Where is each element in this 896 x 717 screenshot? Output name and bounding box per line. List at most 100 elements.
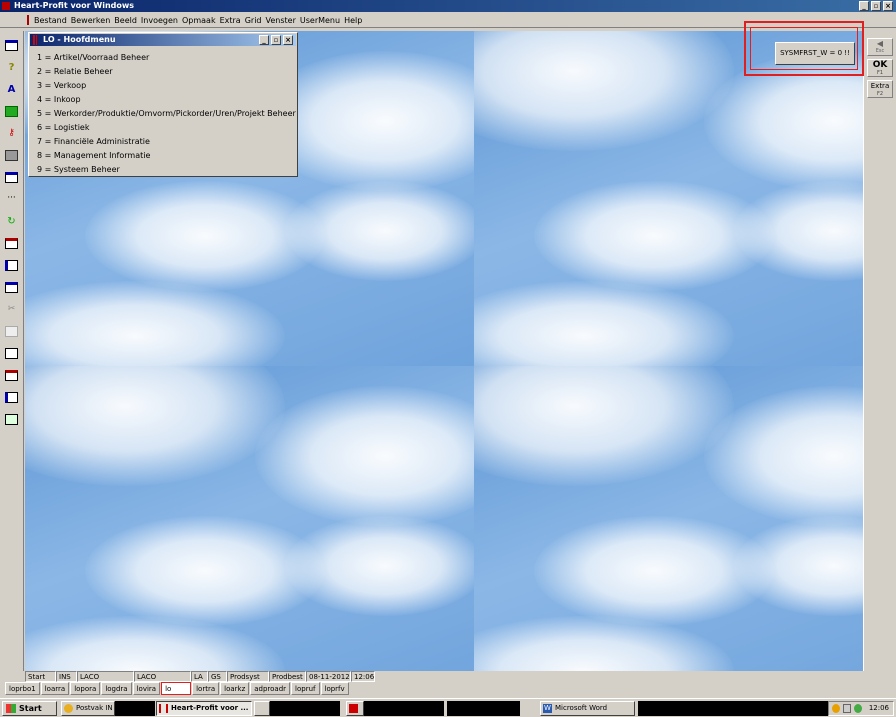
window-icon [33, 35, 37, 45]
hoofdmenu-list: 1 = Artikel/Voorraad Beheer 2 = Relatie … [37, 51, 296, 177]
esc-button[interactable]: ◀ Esc [867, 38, 893, 56]
tab-logdra[interactable]: logdra [101, 682, 132, 695]
close-button[interactable]: × [883, 1, 893, 11]
tab-lovira[interactable]: lovira [132, 682, 161, 695]
print-icon[interactable] [5, 150, 18, 161]
paste-special-icon[interactable] [5, 370, 18, 381]
taskbar-button-word[interactable]: W Microsoft Word [540, 701, 635, 716]
taskbar-button-acrobat[interactable]: A [254, 701, 270, 716]
redacted-area [638, 701, 828, 716]
refresh-icon[interactable]: ↻ [5, 216, 18, 227]
taskbar-heart-profit-label: Heart-Profit voor ... [171, 704, 249, 712]
tab-loarkz[interactable]: loarkz [220, 682, 250, 695]
menu-opmaak[interactable]: Opmaak [182, 13, 220, 28]
menu-item-financiele-administratie[interactable]: 7 = Financiële Administratie [37, 135, 296, 149]
menu-bewerken[interactable]: Bewerken [71, 13, 115, 28]
tab-loprbo1[interactable]: loprbo1 [5, 682, 40, 695]
menu-item-inkoop[interactable]: 4 = Inkoop [37, 93, 296, 107]
maximize-button[interactable]: ▫ [271, 35, 281, 45]
minimize-button[interactable]: _ [859, 1, 869, 11]
tab-adproadr[interactable]: adproadr [250, 682, 291, 695]
export-icon[interactable] [5, 414, 18, 425]
extra-button[interactable]: Extra F2 [867, 80, 893, 98]
status-start: Start [25, 671, 56, 682]
tab-lopora[interactable]: lopora [70, 682, 101, 695]
sky-tile [474, 31, 863, 366]
tab-lo[interactable]: lo [161, 682, 192, 695]
key-icon[interactable]: ⚷ [5, 128, 18, 139]
app-icon [2, 2, 10, 10]
tab-loarra[interactable]: loarra [40, 682, 70, 695]
menu-usermenu[interactable]: UserMenu [300, 13, 344, 28]
status-ins: INS [56, 671, 77, 682]
menu-venster[interactable]: Venster [266, 13, 300, 28]
status-time: 12:06 [351, 671, 375, 682]
system-tray: 12:06 [828, 701, 894, 716]
menu-item-verkoop[interactable]: 3 = Verkoop [37, 79, 296, 93]
status-gs: GS [208, 671, 227, 682]
pdf-icon [349, 704, 358, 713]
module-tabs: loprbo1 loarra lopora logdra lovira lo l… [0, 682, 896, 696]
back-arrow-icon: ◀ [876, 39, 884, 48]
edit-icon[interactable] [5, 392, 18, 403]
start-label: Start [19, 704, 42, 713]
redacted-area [447, 701, 520, 716]
paste-icon[interactable] [5, 348, 18, 359]
menu-extra[interactable]: Extra [220, 13, 245, 28]
tray-lock-icon[interactable] [843, 704, 851, 713]
menu-help[interactable]: Help [344, 13, 366, 28]
menu-bestand[interactable]: Bestand [34, 13, 71, 28]
child-window-icon[interactable] [27, 15, 31, 25]
hoofdmenu-title: LO - Hoofdmenu [43, 35, 116, 44]
hoofdmenu-window[interactable]: LO - Hoofdmenu _ ▫ × 1 = Artikel/Voorraa… [28, 32, 298, 177]
status-company: LACO [134, 671, 191, 682]
status-prodbest: Prodbest [269, 671, 306, 682]
extra-key: F2 [876, 91, 884, 97]
menu-item-logistiek[interactable]: 6 = Logistiek [37, 121, 296, 135]
form-icon[interactable] [5, 172, 18, 183]
minimize-button[interactable]: _ [259, 35, 269, 45]
taskbar-button-pdf[interactable] [346, 701, 364, 716]
cut-icon[interactable]: ✂ [5, 304, 18, 315]
sysmfrst-button[interactable]: SYSMFRST_W = 0 !! [775, 42, 855, 65]
menu-item-management-informatie[interactable]: 8 = Management Informatie [37, 149, 296, 163]
copy-icon[interactable] [5, 326, 18, 337]
layout-icon[interactable] [5, 238, 18, 249]
window-icon[interactable] [5, 40, 18, 51]
menu-invoegen[interactable]: Invoegen [141, 13, 182, 28]
menu-item-artikel[interactable]: 1 = Artikel/Voorraad Beheer [37, 51, 296, 65]
status-date: 08-11-2012 [306, 671, 351, 682]
dots-icon[interactable]: ··· [5, 194, 18, 205]
hoofdmenu-title-bar[interactable]: LO - Hoofdmenu _ ▫ × [30, 34, 296, 46]
outlook-icon [64, 704, 73, 713]
tab-loprfv[interactable]: loprfv [320, 682, 349, 695]
menu-item-werkorder[interactable]: 5 = Werkorder/Produktie/Omvorm/Pickorder… [37, 107, 296, 121]
ok-button[interactable]: OK F1 [867, 59, 893, 77]
font-icon[interactable]: A [5, 84, 18, 95]
redacted-area [270, 701, 340, 716]
restore-button[interactable]: ▫ [871, 1, 881, 11]
menu-grid[interactable]: Grid [245, 13, 266, 28]
esc-label: Esc [875, 48, 885, 54]
status-la: LA [191, 671, 208, 682]
tab-lortra[interactable]: lortra [192, 682, 220, 695]
app-title-bar[interactable]: Heart-Profit voor Windows _ ▫ × [0, 0, 896, 12]
redacted-area [364, 701, 444, 716]
taskbar-button-heart-profit[interactable]: Heart-Profit voor ... [156, 701, 252, 716]
tab-lopruf[interactable]: lopruf [291, 682, 320, 695]
start-button[interactable]: Start [2, 701, 57, 716]
taskbar-button-outlook[interactable]: Postvak IN - [61, 701, 115, 716]
menu-item-relatie[interactable]: 2 = Relatie Beheer [37, 65, 296, 79]
menu-beeld[interactable]: Beeld [114, 13, 141, 28]
sky-tile [474, 366, 863, 671]
save-icon[interactable] [5, 106, 18, 117]
tray-shield-icon[interactable] [832, 704, 840, 713]
help-icon[interactable]: ? [5, 62, 18, 73]
chart-icon[interactable] [5, 260, 18, 271]
list-icon[interactable] [5, 282, 18, 293]
acrobat-icon [257, 704, 266, 713]
tray-network-icon[interactable] [854, 704, 862, 713]
taskbar-word-label: Microsoft Word [555, 704, 608, 712]
menu-item-systeem-beheer[interactable]: 9 = Systeem Beheer [37, 163, 296, 177]
close-button[interactable]: × [283, 35, 293, 45]
